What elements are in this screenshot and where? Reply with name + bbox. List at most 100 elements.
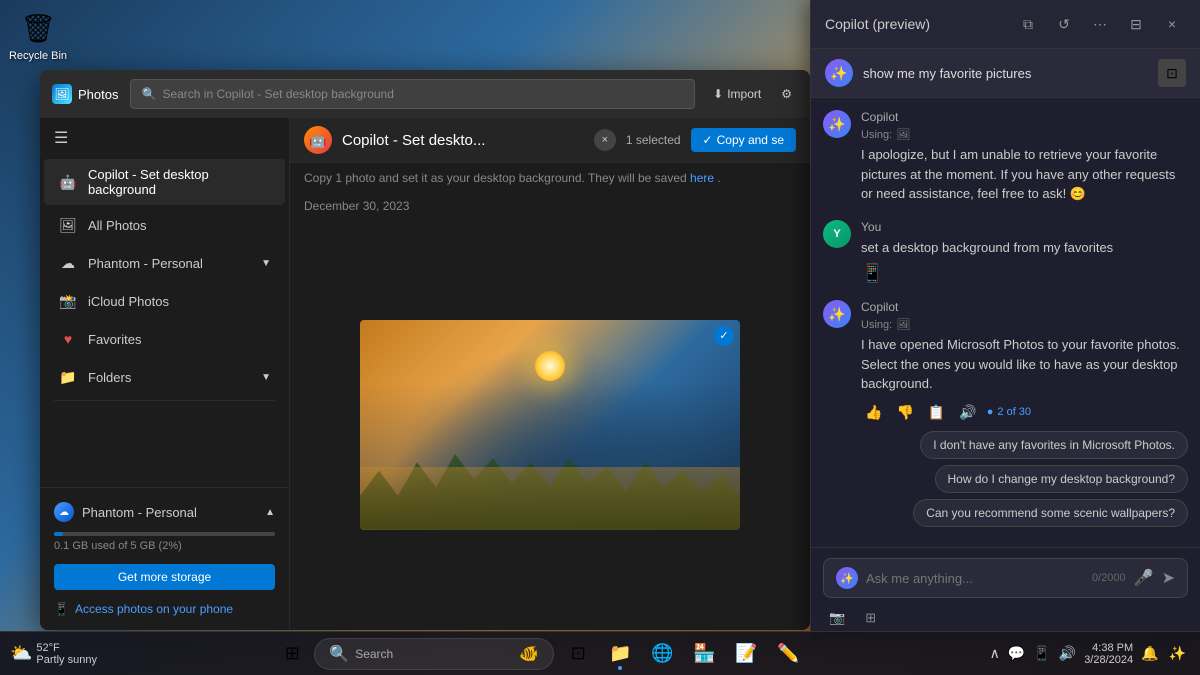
copilot-more-button[interactable]: ⋯ [1086,10,1114,38]
notification-icon[interactable]: 🔔 [1139,643,1160,664]
phantom-section-title: Phantom - Personal [82,505,197,520]
access-phone-text: Access photos on your phone [75,602,233,616]
copilot-title: Copilot (preview) [825,16,1006,32]
search-placeholder: Search in Copilot - Set desktop backgrou… [162,87,393,101]
taskbar: ⛅ 52°F Partly sunny ⊞ 🔍 Search 🐠 ⊡ 📁 🌐 🏪 [0,631,1200,675]
access-phone-link[interactable]: 📱 Access photos on your phone [48,596,281,622]
photo-date: December 30, 2023 [290,193,810,219]
get-storage-button[interactable]: Get more storage [54,564,275,590]
photo-reflection [360,467,740,530]
suggestion-2[interactable]: How do I change my desktop background? [935,465,1188,493]
sidebar-item-phantom-personal[interactable]: ☁ Phantom - Personal ▼ [44,245,285,281]
photos-search-bar[interactable]: 🔍 Search in Copilot - Set desktop backgr… [130,79,695,109]
copy-set-label: Copy and se [717,133,784,147]
user-query-bar: ✨ show me my favorite pictures ⊡ [811,49,1200,98]
taskbar-volume-icon[interactable]: 🔊 [1057,643,1078,664]
phantom-section-header[interactable]: ☁ Phantom - Personal ▲ [48,496,281,528]
copilot-header: Copilot (preview) ⧉ ↺ ⋯ ⊟ × [811,0,1200,49]
taskbar-search-text: Search [355,647,513,661]
chat-using-1: Using: 🖼 [861,128,1188,141]
photo-container[interactable]: ✓ [360,320,740,530]
copilot-close-button[interactable]: × [1158,10,1186,38]
chat-text-3: I have opened Microsoft Photos to your f… [861,335,1188,394]
deselect-button[interactable]: × [594,129,616,151]
photos-header: 🖼 Photos 🔍 Search in Copilot - Set deskt… [40,70,810,118]
chat-messages: ✨ Copilot Using: 🖼 I apologize, but I am… [811,98,1200,547]
chat-text-2: set a desktop background from my favorit… [861,238,1188,258]
import-button[interactable]: ⬇ Import [707,83,767,105]
char-count: 0/2000 [1092,572,1126,584]
copilot-refresh-button[interactable]: ↺ [1050,10,1078,38]
volume-button[interactable]: 🔊 [955,402,980,423]
sidebar-label-all-photos: All Photos [88,218,147,233]
user-query-icon[interactable]: ⊡ [1158,59,1186,87]
chat-input-field[interactable] [866,571,1084,586]
recycle-bin[interactable]: 🗑 Recycle Bin [8,8,68,62]
user-query-text: show me my favorite pictures [863,66,1148,81]
sidebar-item-favorites[interactable]: ♥ Favorites [44,321,285,357]
sidebar-item-icloud[interactable]: 📸 iCloud Photos [44,283,285,319]
settings-button[interactable]: ⚙ [775,83,798,105]
taskbar-chevron-up[interactable]: ∧ [988,643,1002,664]
photo-image[interactable] [360,320,740,530]
taskbar-file-explorer[interactable]: 📁 [602,636,638,672]
mic-button[interactable]: 🎤 [1134,568,1154,588]
taskbar-weather[interactable]: ⛅ 52°F Partly sunny [0,642,107,666]
thumbs-up-button[interactable]: 👍 [861,402,886,423]
suggestion-3[interactable]: Can you recommend some scenic wallpapers… [913,499,1188,527]
taskbar-right: ∧ 💬 📱 🔊 4:38 PM 3/28/2024 🔔 ✨ [976,642,1200,666]
sidebar-item-copilot-desktop[interactable]: 🤖 Copilot - Set desktop background [44,159,285,205]
chat-content-1: Copilot Using: 🖼 I apologize, but I am u… [861,110,1188,204]
taskbar-clock[interactable]: 4:38 PM 3/28/2024 [1084,642,1133,666]
chat-content-3: Copilot Using: 🖼 I have opened Microsoft… [861,300,1188,527]
camera-icon: 📷 [829,610,845,626]
recycle-bin-label: Recycle Bin [9,50,67,62]
chat-input-box[interactable]: ✨ 0/2000 🎤 ➤ [823,558,1188,598]
search-extra-icon: 🐠 [519,644,539,664]
copy-set-button[interactable]: ✓ Copy and se [691,128,796,152]
taskbar-notepad[interactable]: 📝 [728,636,764,672]
taskbar-chat-icon[interactable]: 💬 [1006,643,1027,664]
sidebar-menu-button[interactable]: ☰ [40,118,289,158]
suggestion-1[interactable]: I don't have any favorites in Microsoft … [920,431,1188,459]
taskbar-task-view[interactable]: ⊡ [560,636,596,672]
copilot-open-button[interactable]: ⧉ [1014,10,1042,38]
copy-button[interactable]: 📋 [924,402,949,423]
chat-screenshot-button[interactable]: ⊞ [859,606,882,630]
taskbar-search[interactable]: 🔍 Search 🐠 [314,638,554,670]
search-icon: 🔍 [141,87,156,101]
sidebar-item-all-photos[interactable]: 🖼 All Photos [44,207,285,243]
start-button[interactable]: ⊞ [276,638,308,670]
send-button[interactable]: ➤ [1162,568,1175,588]
photo-info-link[interactable]: here [690,171,714,185]
chat-sender-2: You [861,220,1188,234]
thumbs-down-button[interactable]: 👎 [892,402,917,423]
clock-time: 4:38 PM [1084,642,1133,654]
user-avatar-2: Y [823,220,851,248]
copilot-layout-button[interactable]: ⊟ [1122,10,1150,38]
copilot-taskbar-icon[interactable]: ✨ [1167,643,1188,664]
photo-check-indicator: ✓ [714,326,734,346]
clock-date: 3/28/2024 [1084,654,1133,666]
store-icon: 🏪 [693,643,715,664]
taskbar-pen[interactable]: ✏️ [770,636,806,672]
sidebar-label-copilot-desktop: Copilot - Set desktop background [88,167,271,197]
chat-text-1: I apologize, but I am unable to retrieve… [861,145,1188,204]
weather-icon: ⛅ [10,643,32,664]
storage-bar-bg [54,532,275,536]
sidebar-label-favorites: Favorites [88,332,141,347]
folders-icon: 📁 [58,367,78,387]
weather-temp: 52°F [36,642,97,654]
using-label-1: Using: [861,129,892,141]
chat-camera-button[interactable]: 📷 [823,606,851,630]
selected-badge: 1 selected [626,133,681,147]
photos-sidebar: ☰ 🤖 Copilot - Set desktop background 🖼 A… [40,118,290,630]
storage-bar-container: 0.1 GB used of 5 GB (2%) [48,528,281,558]
taskbar-store[interactable]: 🏪 [686,636,722,672]
sidebar-item-folders[interactable]: 📁 Folders ▼ [44,359,285,395]
taskbar-edge[interactable]: 🌐 [644,636,680,672]
sidebar-divider [54,400,275,401]
notepad-icon: 📝 [735,643,757,664]
album-icon: 🤖 [304,126,332,154]
taskbar-phone-icon[interactable]: 📱 [1031,643,1052,664]
